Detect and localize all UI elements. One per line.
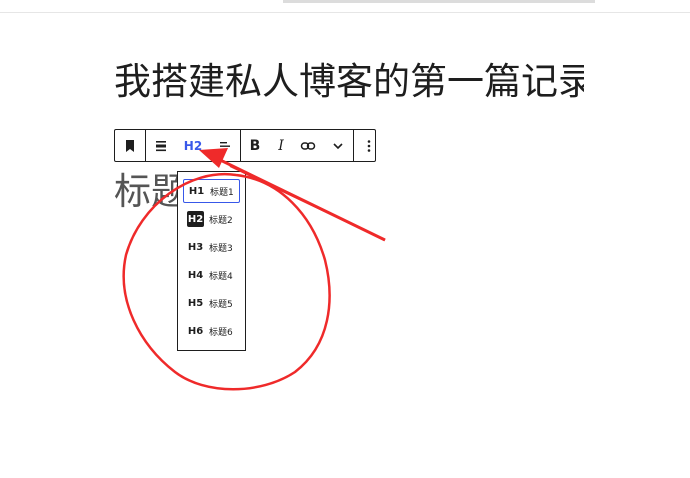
heading-option-level: H3	[187, 241, 204, 253]
heading-level-menu: H1 标题1 H2 标题2 H3 标题3 H4 标题4 H5 标题5 H6 标题…	[177, 171, 246, 351]
heading-option-h1[interactable]: H1 标题1	[183, 179, 240, 203]
justify-icon[interactable]	[210, 130, 240, 161]
more-vertical-icon[interactable]	[354, 130, 384, 161]
annotation-arrow-shaft-2	[229, 165, 386, 241]
bold-button[interactable]: B	[241, 130, 269, 161]
heading-option-level: H4	[187, 269, 204, 281]
heading-option-level: H2	[187, 211, 204, 227]
heading-option-level: H1	[188, 185, 205, 197]
italic-button[interactable]: I	[269, 130, 293, 161]
heading-level-button[interactable]: H2	[176, 130, 210, 161]
format-group: B I	[241, 130, 354, 161]
link-icon[interactable]	[293, 130, 323, 161]
heading-option-level: H5	[187, 297, 204, 309]
heading-option-h3[interactable]: H3 标题3	[183, 235, 240, 259]
chevron-down-icon[interactable]	[323, 130, 353, 161]
heading-option-label: 标题1	[210, 187, 234, 198]
top-bar	[0, 0, 690, 13]
heading-option-h5[interactable]: H5 标题5	[183, 291, 240, 315]
align-icon[interactable]	[146, 130, 176, 161]
heading-option-label: 标题5	[209, 299, 233, 310]
heading-option-label: 标题3	[209, 243, 233, 254]
bookmark-icon[interactable]	[115, 130, 145, 161]
options-group	[354, 130, 384, 161]
heading-controls-group: H2	[146, 130, 241, 161]
heading-option-label: 标题4	[209, 271, 233, 282]
block-toolbar: H2 B I	[114, 129, 376, 162]
heading-option-label: 标题6	[209, 327, 233, 338]
heading-option-h6[interactable]: H6 标题6	[183, 319, 240, 343]
heading-option-level: H6	[187, 325, 204, 337]
heading-option-label: 标题2	[209, 215, 233, 226]
top-search-field[interactable]	[283, 0, 595, 3]
block-type-group	[115, 130, 146, 161]
heading-option-h2[interactable]: H2 标题2	[183, 207, 240, 231]
heading-option-h4[interactable]: H4 标题4	[183, 263, 240, 287]
